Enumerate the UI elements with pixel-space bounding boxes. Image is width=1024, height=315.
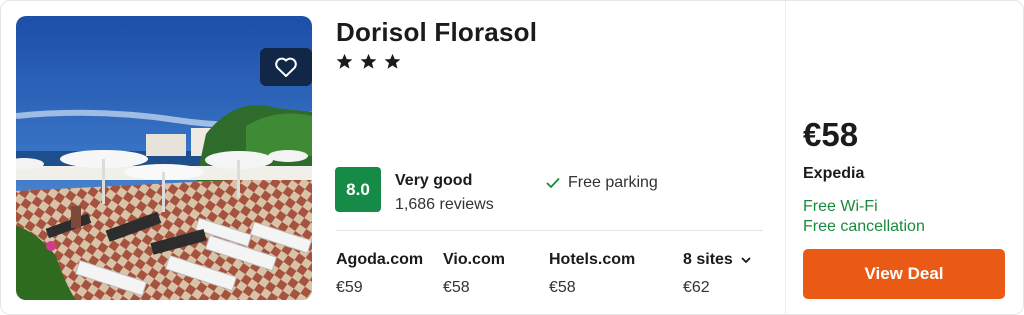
star-icon xyxy=(384,53,401,69)
site-name: Agoda.com xyxy=(336,251,424,268)
site-price-hotels[interactable]: Hotels.com €58 xyxy=(549,251,635,297)
divider xyxy=(336,230,763,231)
more-sites-dropdown[interactable]: 8 sites €62 xyxy=(683,251,751,297)
site-name: Vio.com xyxy=(443,251,505,268)
view-deal-button[interactable]: View Deal xyxy=(803,249,1005,299)
star-icon xyxy=(336,53,353,69)
hotel-card[interactable]: Dorisol Florasol 8.0 Very good 1,686 rev… xyxy=(0,0,1024,315)
more-sites-label: 8 sites xyxy=(683,251,733,268)
perk-free-cancellation: Free cancellation xyxy=(803,218,925,235)
site-price: €58 xyxy=(549,279,576,296)
perk-free-wifi: Free Wi-Fi xyxy=(803,198,878,215)
star-icon xyxy=(360,53,377,69)
column-divider xyxy=(785,1,786,314)
favorite-button[interactable] xyxy=(260,48,312,86)
site-price: €62 xyxy=(683,279,710,296)
amenity-label: Free parking xyxy=(568,174,658,191)
rating-score-badge: 8.0 xyxy=(335,167,381,212)
site-price-agoda[interactable]: Agoda.com €59 xyxy=(336,251,423,297)
hotel-name[interactable]: Dorisol Florasol xyxy=(336,17,537,48)
site-price: €58 xyxy=(443,279,470,296)
deal-price: €58 xyxy=(803,116,859,153)
review-count[interactable]: 1,686 reviews xyxy=(395,196,494,214)
amenity-free-parking: Free parking xyxy=(546,174,658,192)
heart-icon xyxy=(275,57,297,77)
more-sites-toggle[interactable]: 8 sites xyxy=(683,251,751,269)
site-name: Hotels.com xyxy=(549,251,636,268)
deal-provider: Expedia xyxy=(803,165,865,182)
star-rating xyxy=(336,53,401,70)
rating-label: Very good xyxy=(395,172,473,189)
site-price: €59 xyxy=(336,279,363,296)
hotel-photo[interactable] xyxy=(16,16,312,300)
site-price-vio[interactable]: Vio.com €58 xyxy=(443,251,505,297)
chevron-down-icon xyxy=(741,257,751,263)
check-icon xyxy=(546,178,560,188)
